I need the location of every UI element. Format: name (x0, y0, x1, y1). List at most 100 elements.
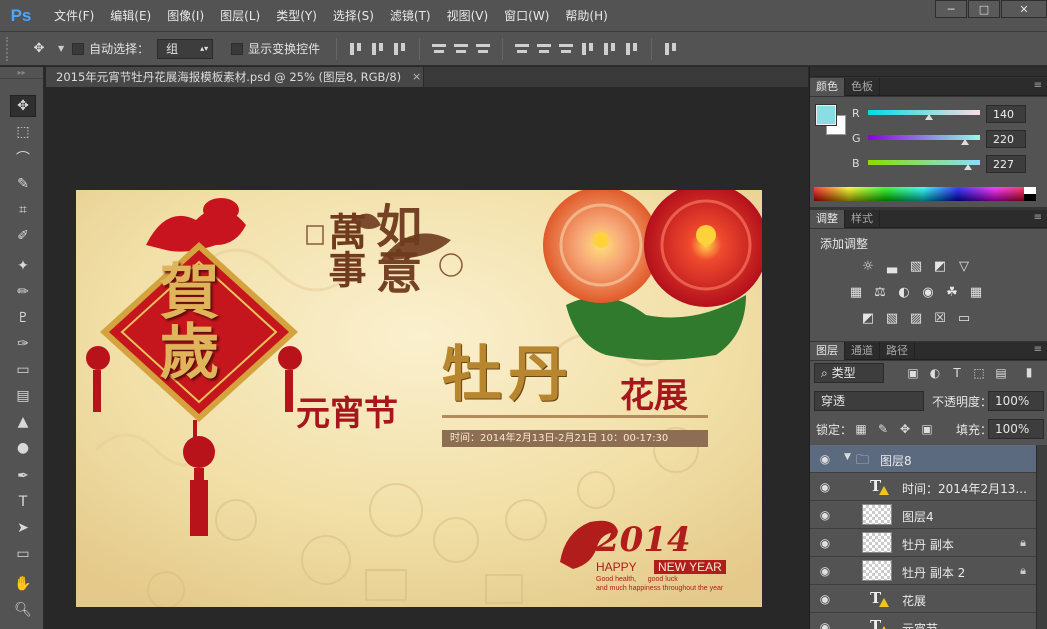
menu-select[interactable]: 选择(S) (325, 0, 382, 32)
menu-filter[interactable]: 滤镜(T) (382, 0, 439, 32)
menu-edit[interactable]: 编辑(E) (102, 0, 159, 32)
blue-value-input[interactable]: 227 (986, 155, 1026, 173)
distribute-right-icon[interactable] (623, 40, 641, 58)
exposure-icon[interactable]: ◩ (932, 259, 948, 275)
menu-image[interactable]: 图像(I) (159, 0, 212, 32)
color-lookup-icon[interactable]: ▦ (968, 285, 984, 301)
show-transform-checkbox[interactable] (231, 42, 244, 55)
hand-tool-icon[interactable]: ✋ (10, 573, 36, 595)
selective-color-icon[interactable]: ☒ (932, 311, 948, 327)
red-slider-thumb[interactable] (925, 114, 934, 120)
panel-menu-icon[interactable]: ≡ (1034, 344, 1042, 355)
fill-input[interactable]: 100% (988, 419, 1044, 439)
black-white-icon[interactable]: ◐ (896, 285, 912, 301)
layer-row[interactable]: ◉ T 时间：2014年2月13... (810, 473, 1036, 501)
move-tool-icon[interactable]: ✥ (10, 95, 36, 117)
align-vcenter-icon[interactable] (369, 40, 387, 58)
auto-select-dropdown[interactable]: 组 ▴▾ (157, 38, 214, 59)
maximize-button[interactable]: □ (968, 0, 1000, 18)
eyedropper-tool-icon[interactable]: ✐ (10, 225, 36, 247)
layer-row[interactable]: ◉ 牡丹 副本 🔒︎ (810, 529, 1036, 557)
quick-select-tool-icon[interactable]: ✎ (10, 173, 36, 195)
clone-stamp-tool-icon[interactable]: ♇ (10, 307, 36, 329)
filter-adjustment-icon[interactable]: ◐ (928, 366, 942, 380)
tab-color[interactable]: 颜色 (810, 78, 845, 96)
menu-help[interactable]: 帮助(H) (557, 0, 615, 32)
distribute-vcenter-icon[interactable] (535, 40, 553, 58)
blend-mode-dropdown[interactable]: 穿透 (814, 391, 924, 411)
menu-layer[interactable]: 图层(L) (212, 0, 268, 32)
close-button[interactable]: ✕ (1001, 0, 1047, 18)
vibrance-icon[interactable]: ▽ (956, 259, 972, 275)
align-top-icon[interactable] (347, 40, 365, 58)
distribute-hcenter-icon[interactable] (601, 40, 619, 58)
foreground-color-swatch[interactable] (815, 104, 837, 126)
canvas-area[interactable]: 賀歲 萬事 如意 元宵节 牡丹 花展 时间：2014年2月13日-2月21日 1… (46, 87, 808, 629)
filter-toggle-icon[interactable]: ▮ (1022, 365, 1036, 379)
path-select-tool-icon[interactable]: ➤ (10, 517, 36, 539)
eye-icon[interactable]: ◉ (818, 508, 832, 522)
eye-icon[interactable]: ◉ (818, 620, 832, 629)
filter-type-icon[interactable]: T (950, 366, 964, 380)
lock-all-icon[interactable]: ▣ (920, 422, 934, 436)
auto-align-icon[interactable] (662, 40, 680, 58)
eye-icon[interactable]: ◉ (818, 536, 832, 550)
opacity-input[interactable]: 100% (988, 391, 1044, 411)
eye-icon[interactable]: ◉ (818, 480, 832, 494)
photo-filter-icon[interactable]: ◉ (920, 285, 936, 301)
align-left-icon[interactable] (430, 40, 448, 58)
black-white-swatch[interactable] (1024, 187, 1036, 201)
gradient-map-icon[interactable]: ▭ (956, 311, 972, 327)
filter-smart-object-icon[interactable]: ▤ (994, 366, 1008, 380)
color-balance-icon[interactable]: ⚖ (872, 285, 888, 301)
lock-transparency-icon[interactable]: ▦ (854, 422, 868, 436)
dock-grip[interactable] (810, 67, 1047, 77)
invert-icon[interactable]: ◩ (860, 311, 876, 327)
layer-row[interactable]: ◉ T 元宵节 (810, 613, 1036, 629)
menu-type[interactable]: 类型(Y) (268, 0, 325, 32)
align-bottom-icon[interactable] (391, 40, 409, 58)
layer-row[interactable]: ◉ ▼ 🗀 图层8 (810, 445, 1036, 473)
lock-pixels-icon[interactable]: ✎ (876, 422, 890, 436)
tab-styles[interactable]: 样式 (845, 210, 880, 228)
distribute-left-icon[interactable] (579, 40, 597, 58)
curves-icon[interactable]: ▧ (908, 259, 924, 275)
layer-row[interactable]: ◉ 牡丹 副本 2 🔒︎ (810, 557, 1036, 585)
auto-select-checkbox[interactable] (72, 42, 85, 55)
healing-brush-tool-icon[interactable]: ✦ (10, 255, 36, 277)
layer-filter-dropdown[interactable]: ⌕ 类型 (814, 363, 884, 383)
filter-shape-icon[interactable]: ⬚ (972, 366, 986, 380)
color-spectrum-bar[interactable] (814, 187, 1032, 201)
menu-view[interactable]: 视图(V) (439, 0, 497, 32)
distribute-bottom-icon[interactable] (557, 40, 575, 58)
lock-position-icon[interactable]: ✥ (898, 422, 912, 436)
chevron-down-icon[interactable]: ▼ (844, 452, 851, 462)
layer-row[interactable]: ◉ T 花展 (810, 585, 1036, 613)
menu-window[interactable]: 窗口(W) (496, 0, 557, 32)
align-hcenter-icon[interactable] (452, 40, 470, 58)
hue-saturation-icon[interactable]: ▦ (848, 285, 864, 301)
red-slider[interactable] (868, 110, 980, 115)
dodge-tool-icon[interactable]: ● (10, 437, 36, 459)
options-grip[interactable] (6, 36, 12, 61)
layers-scrollbar[interactable] (1036, 445, 1047, 629)
eye-icon[interactable]: ◉ (818, 452, 832, 466)
levels-icon[interactable]: ▃ (884, 259, 900, 275)
distribute-top-icon[interactable] (513, 40, 531, 58)
eye-icon[interactable]: ◉ (818, 564, 832, 578)
pen-tool-icon[interactable]: ✒ (10, 465, 36, 487)
panel-menu-icon[interactable]: ≡ (1034, 212, 1042, 223)
blue-slider-thumb[interactable] (963, 164, 972, 170)
channel-mixer-icon[interactable]: ☘ (944, 285, 960, 301)
posterize-icon[interactable]: ▧ (884, 311, 900, 327)
tab-swatches[interactable]: 色板 (845, 78, 880, 96)
eye-icon[interactable]: ◉ (818, 592, 832, 606)
layer-row[interactable]: ◉ 图层4 (810, 501, 1036, 529)
history-brush-tool-icon[interactable]: ✑ (10, 333, 36, 355)
minimize-button[interactable]: ─ (935, 0, 967, 18)
document-tab[interactable]: 2015年元宵节牡丹花展海报模板素材.psd @ 25% (图层8, RGB/8… (46, 67, 424, 87)
brush-tool-icon[interactable]: ✏ (10, 281, 36, 303)
toolbox-grip[interactable]: ▸▸ (0, 67, 43, 79)
tab-adjustments[interactable]: 调整 (810, 210, 845, 228)
gradient-tool-icon[interactable]: ▤ (10, 385, 36, 407)
